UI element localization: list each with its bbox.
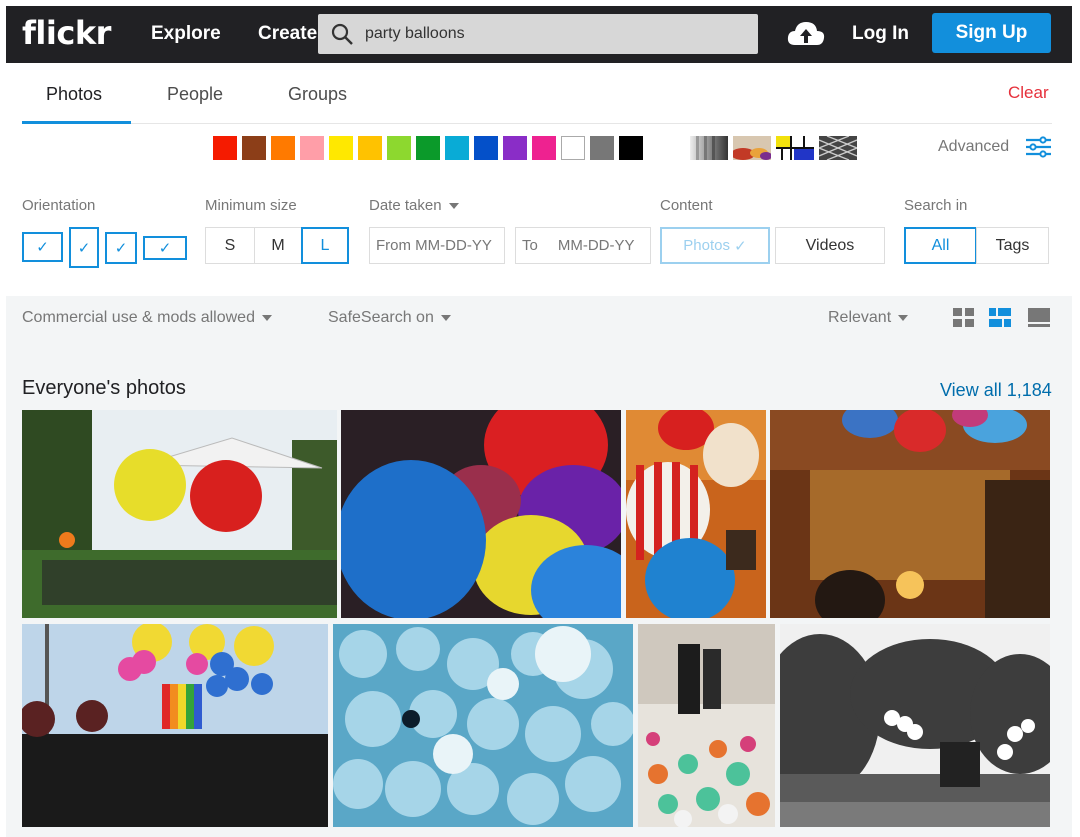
color-swatch[interactable] <box>561 136 585 160</box>
style-shallow-depth-of-field[interactable] <box>733 136 771 160</box>
top-nav-bar: flickr Explore Create party balloons Log… <box>6 6 1072 63</box>
flickr-logo[interactable]: flickr <box>22 14 111 52</box>
tabs-divider <box>22 123 1052 124</box>
signup-button[interactable]: Sign Up <box>932 13 1051 53</box>
photo-image <box>638 624 775 827</box>
color-swatch[interactable] <box>590 136 614 160</box>
date-to-field[interactable]: To MM-DD-YY <box>515 227 651 264</box>
orientation-landscape[interactable]: ✓ <box>22 232 63 262</box>
search-input[interactable]: party balloons <box>318 14 758 54</box>
search-in-tags-button[interactable]: Tags <box>976 227 1049 264</box>
orientation-portrait[interactable]: ✓ <box>69 227 99 268</box>
content-label: Content <box>660 197 713 214</box>
color-swatch[interactable] <box>242 136 266 160</box>
photo-image <box>333 624 633 827</box>
check-icon: ✓ <box>158 240 172 257</box>
caret-down-icon <box>898 314 909 321</box>
check-icon: ✓ <box>114 240 128 257</box>
style-filters <box>690 136 857 160</box>
color-swatch[interactable] <box>271 136 295 160</box>
color-swatch[interactable] <box>445 136 469 160</box>
search-in-label: Search in <box>904 197 968 214</box>
size-medium-button[interactable]: M <box>254 227 302 264</box>
safesearch-label: SafeSearch on <box>328 309 434 326</box>
caret-down-icon <box>448 203 459 210</box>
search-query: party balloons <box>365 25 465 42</box>
orientation-square[interactable]: ✓ <box>105 232 137 264</box>
active-tab-indicator <box>22 121 131 124</box>
color-swatch[interactable] <box>300 136 324 160</box>
size-large-button[interactable]: L <box>301 227 349 264</box>
photo-image <box>22 624 328 827</box>
date-from-field[interactable]: From MM-DD-YY <box>369 227 505 264</box>
grid-view-icon[interactable] <box>953 308 975 328</box>
color-filter-swatches <box>213 136 643 160</box>
section-title: Everyone's photos <box>22 377 186 399</box>
photo-image <box>770 410 1050 618</box>
photo-thumbnail[interactable] <box>22 624 328 827</box>
photo-image <box>22 410 337 618</box>
nav-create[interactable]: Create <box>258 23 317 45</box>
search-in-all-button[interactable]: All <box>904 227 977 264</box>
style-minimalist[interactable] <box>776 136 814 160</box>
color-swatch[interactable] <box>619 136 643 160</box>
login-link[interactable]: Log In <box>852 23 909 45</box>
color-swatch[interactable] <box>213 136 237 160</box>
content-videos-button[interactable]: Videos <box>775 227 885 264</box>
photo-thumbnail[interactable] <box>341 410 621 618</box>
license-label: Commercial use & mods allowed <box>22 309 255 326</box>
tab-photos[interactable]: Photos <box>46 84 102 105</box>
tab-groups[interactable]: Groups <box>288 84 347 105</box>
sliders-icon[interactable] <box>1025 135 1052 159</box>
check-icon: ✓ <box>734 237 747 255</box>
sort-dropdown[interactable]: Relevant <box>828 309 909 327</box>
photo-thumbnail[interactable] <box>333 624 633 827</box>
color-swatch[interactable] <box>358 136 382 160</box>
advanced-link[interactable]: Advanced <box>938 138 1009 156</box>
license-dropdown[interactable]: Commercial use & mods allowed <box>22 309 272 327</box>
photo-thumbnail[interactable] <box>626 410 766 618</box>
justified-view-icon[interactable] <box>989 308 1011 328</box>
caret-down-icon <box>440 314 451 321</box>
date-to-placeholder: MM-DD-YY <box>557 237 635 254</box>
minimum-size-label: Minimum size <box>205 197 297 214</box>
color-swatch[interactable] <box>416 136 440 160</box>
date-from-placeholder: MM-DD-YY <box>415 237 492 254</box>
color-swatch[interactable] <box>532 136 556 160</box>
photo-thumbnail[interactable] <box>22 410 337 618</box>
orientation-label: Orientation <box>22 197 96 214</box>
style-black-and-white[interactable] <box>690 136 728 160</box>
tab-people[interactable]: People <box>167 84 223 105</box>
caret-down-icon <box>261 314 272 321</box>
photo-image <box>626 410 766 618</box>
photo-image <box>341 410 621 618</box>
color-swatch[interactable] <box>474 136 498 160</box>
search-icon <box>331 23 353 45</box>
nav-explore[interactable]: Explore <box>151 23 221 45</box>
photo-image <box>780 624 1050 827</box>
check-icon: ✓ <box>77 239 91 257</box>
photo-thumbnail[interactable] <box>638 624 775 827</box>
upload-cloud-icon[interactable] <box>786 19 826 49</box>
color-swatch[interactable] <box>503 136 527 160</box>
photo-thumbnail[interactable] <box>770 410 1050 618</box>
safesearch-dropdown[interactable]: SafeSearch on <box>328 309 451 327</box>
content-photos-label: Photos <box>683 237 730 254</box>
content-photos-button[interactable]: Photos ✓ <box>660 227 770 264</box>
date-taken-label: Date taken <box>369 197 442 214</box>
photo-thumbnail[interactable] <box>780 624 1050 827</box>
size-small-button[interactable]: S <box>205 227 255 264</box>
date-from-prefix: From <box>376 237 411 254</box>
view-all-link[interactable]: View all 1,184 <box>940 380 1052 401</box>
date-to-prefix: To <box>522 237 538 254</box>
style-patterns[interactable] <box>819 136 857 160</box>
date-taken-dropdown[interactable]: Date taken <box>369 197 459 214</box>
clear-filters-link[interactable]: Clear <box>1008 83 1049 103</box>
orientation-panorama[interactable]: ✓ <box>143 236 187 260</box>
detail-view-icon[interactable] <box>1028 308 1050 328</box>
color-swatch[interactable] <box>329 136 353 160</box>
check-icon: ✓ <box>36 239 49 256</box>
sort-label: Relevant <box>828 309 892 326</box>
color-swatch[interactable] <box>387 136 411 160</box>
